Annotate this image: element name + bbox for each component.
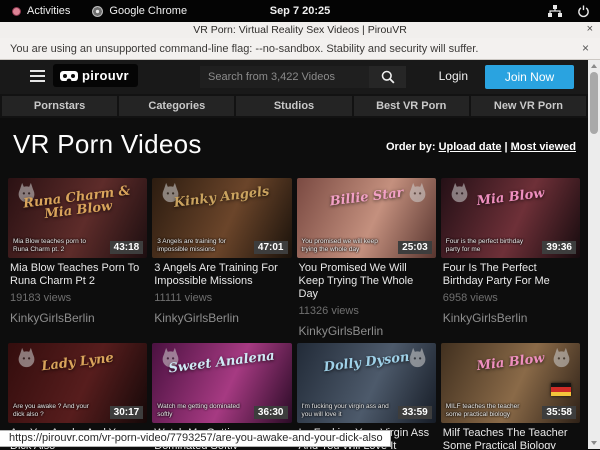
power-icon[interactable] xyxy=(577,5,590,18)
video-thumbnail[interactable]: Mia Blow Four is the perfect birthday pa… xyxy=(441,178,580,258)
thumbnail-overlay-title: Billie Star xyxy=(300,183,432,212)
site-header: pirouvr Login Join Now xyxy=(0,60,588,94)
order-by: Order by: Upload date|Most viewed xyxy=(386,141,576,153)
infobar-close-button[interactable]: × xyxy=(582,41,589,55)
order-link-separator: | xyxy=(502,141,511,153)
infobar-message: You are using an unsupported command-lin… xyxy=(10,43,478,55)
thumbnail-caption: Four is the perfect birthday party for m… xyxy=(446,238,534,254)
scroll-down-button[interactable] xyxy=(588,437,600,449)
order-by-label: Order by: xyxy=(386,141,436,153)
network-icon[interactable] xyxy=(548,5,562,18)
browser-viewport: pirouvr Login Join Now PornstarsCategori… xyxy=(0,60,600,449)
video-title-link[interactable]: Four Is The Perfect Birthday Party For M… xyxy=(443,262,578,288)
video-thumbnail[interactable]: Kinky Angels 3 Angels are training for i… xyxy=(152,178,291,258)
app-indicator-label: Google Chrome xyxy=(109,5,187,17)
menu-item-pornstars[interactable]: Pornstars xyxy=(2,96,117,116)
view-count: 11111 views xyxy=(154,293,289,304)
video-card: Mia Blow MILF teaches the teacher some p… xyxy=(441,343,580,449)
thumbnail-caption: Mia Blow teaches porn to Runa Charm pt. … xyxy=(13,238,101,254)
video-title-link[interactable]: You Promised We Will Keep Trying The Who… xyxy=(299,262,434,301)
site-logo[interactable]: pirouvr xyxy=(53,64,138,87)
search-button[interactable] xyxy=(369,66,406,88)
status-bar-url: https://pirouvr.com/vr-porn-video/779325… xyxy=(0,430,391,447)
content-header: VR Porn Videos Order by: Upload date|Mos… xyxy=(0,118,588,178)
videos-grid: Runa Charm & Mia Blow Mia Blow teaches p… xyxy=(0,178,588,449)
duration-badge: 35:58 xyxy=(542,406,576,419)
app-indicator[interactable]: Google Chrome xyxy=(92,5,187,17)
order-link-most-viewed[interactable]: Most viewed xyxy=(511,141,576,153)
tab-title: VR Porn: Virtual Reality Sex Videos | Pi… xyxy=(193,24,407,36)
thumbnail-caption: 3 Angels are training for impossible mis… xyxy=(157,238,245,254)
video-title-link[interactable]: Milf Teaches The Teacher Some Practical … xyxy=(443,427,578,449)
activities-button[interactable]: Activities xyxy=(12,5,70,17)
video-title-link[interactable]: Mia Blow Teaches Porn To Runa Charm Pt 2 xyxy=(10,262,145,288)
thumbnail-caption: I'm fucking your virgin ass and you will… xyxy=(302,403,390,419)
system-top-bar: Activities Google Chrome Sep 7 20:25 xyxy=(0,0,600,22)
login-link[interactable]: Login xyxy=(439,69,468,83)
view-count: 6958 views xyxy=(443,293,578,304)
search-input[interactable] xyxy=(200,66,369,88)
duration-badge: 36:30 xyxy=(254,406,288,419)
video-thumbnail[interactable]: Lady Lyne Are you awake ? And your dick … xyxy=(8,343,147,423)
duration-badge: 43:18 xyxy=(110,241,144,254)
system-clock[interactable]: Sep 7 20:25 xyxy=(270,5,331,17)
order-links: Upload date|Most viewed xyxy=(439,141,576,153)
studio-link[interactable]: KinkyGirlsBerlin xyxy=(443,312,578,324)
join-now-button[interactable]: Join Now xyxy=(485,65,574,89)
duration-badge: 33:59 xyxy=(398,406,432,419)
tab-close-button[interactable]: × xyxy=(587,23,593,36)
video-thumbnail[interactable]: Billie Star You promised we will keep tr… xyxy=(297,178,436,258)
german-flag-icon xyxy=(551,383,571,396)
duration-badge: 39:36 xyxy=(542,241,576,254)
video-card: Kinky Angels 3 Angels are training for i… xyxy=(152,178,291,343)
scrollbar[interactable] xyxy=(588,60,600,449)
video-card: Runa Charm & Mia Blow Mia Blow teaches p… xyxy=(8,178,147,343)
studio-link[interactable]: KinkyGirlsBerlin xyxy=(154,312,289,324)
video-title-link[interactable]: 3 Angels Are Training For Impossible Mis… xyxy=(154,262,289,288)
video-thumbnail[interactable]: Runa Charm & Mia Blow Mia Blow teaches p… xyxy=(8,178,147,258)
thumbnail-caption: Are you awake ? And your dick also ? xyxy=(13,403,101,419)
scrollbar-thumb[interactable] xyxy=(590,72,598,134)
video-thumbnail[interactable]: Dolly Dyson I'm fucking your virgin ass … xyxy=(297,343,436,423)
main-menu: PornstarsCategoriesStudiosBest VR PornNe… xyxy=(0,94,588,118)
duration-badge: 25:03 xyxy=(398,241,432,254)
video-card: Mia Blow Four is the perfect birthday pa… xyxy=(441,178,580,343)
vr-goggles-icon xyxy=(60,71,78,81)
thumbnail-caption: Watch me getting dominated softly xyxy=(157,403,245,419)
screen: Activities Google Chrome Sep 7 20:25 VR … xyxy=(0,0,600,450)
sandbox-warning-infobar: You are using an unsupported command-lin… xyxy=(0,38,600,60)
menu-item-new-vr-porn[interactable]: New VR Porn xyxy=(471,96,586,116)
search-bar xyxy=(200,66,406,88)
menu-item-studios[interactable]: Studios xyxy=(236,96,351,116)
logo-text: pirouvr xyxy=(82,68,129,83)
menu-item-best-vr-porn[interactable]: Best VR Porn xyxy=(354,96,469,116)
video-thumbnail[interactable]: Mia Blow MILF teaches the teacher some p… xyxy=(441,343,580,423)
scroll-up-button[interactable] xyxy=(588,60,600,72)
view-count: 19183 views xyxy=(10,293,145,304)
activities-label: Activities xyxy=(27,5,70,17)
page-title: VR Porn Videos xyxy=(13,129,202,160)
recording-dot-icon xyxy=(12,7,21,16)
order-link-upload-date[interactable]: Upload date xyxy=(439,141,502,153)
video-card: Billie Star You promised we will keep tr… xyxy=(297,178,436,343)
duration-badge: 47:01 xyxy=(254,241,288,254)
thumbnail-overlay-title: Mia Blow xyxy=(444,348,576,377)
view-count: 11326 views xyxy=(299,306,434,317)
search-icon xyxy=(381,70,395,84)
thumbnail-caption: You promised we will keep trying the who… xyxy=(302,238,390,254)
chrome-icon xyxy=(92,6,103,17)
thumbnail-overlay-title: Dolly Dyson xyxy=(300,348,432,377)
studio-link[interactable]: KinkyGirlsBerlin xyxy=(10,312,145,324)
menu-item-categories[interactable]: Categories xyxy=(119,96,234,116)
duration-badge: 30:17 xyxy=(110,406,144,419)
video-thumbnail[interactable]: Sweet Analena Watch me getting dominated… xyxy=(152,343,291,423)
hamburger-menu-button[interactable] xyxy=(30,70,45,85)
thumbnail-caption: MILF teaches the teacher some practical … xyxy=(446,403,534,419)
browser-tab-bar: VR Porn: Virtual Reality Sex Videos | Pi… xyxy=(0,22,600,38)
studio-link[interactable]: KinkyGirlsBerlin xyxy=(299,325,434,337)
